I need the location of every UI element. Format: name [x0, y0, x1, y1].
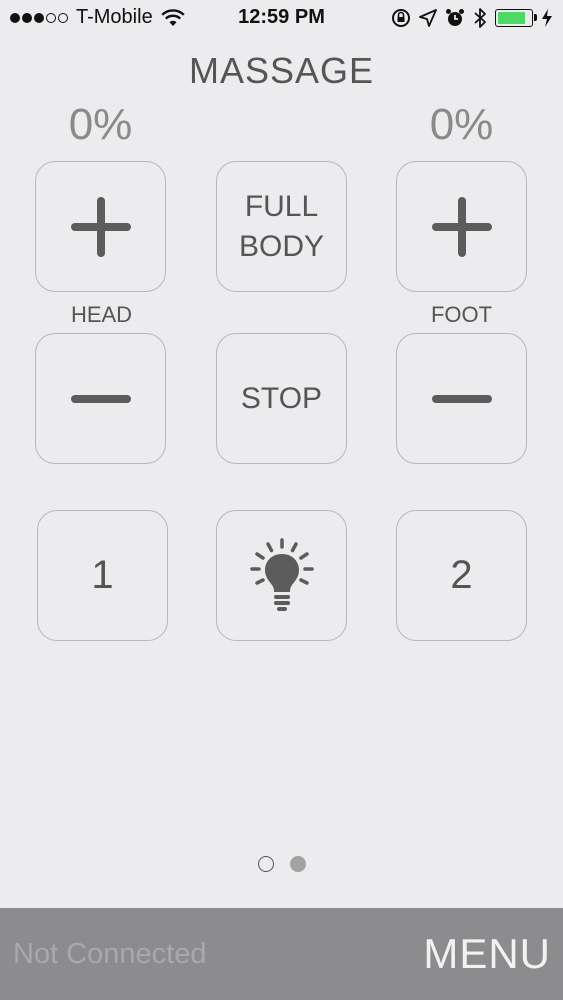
- foot-increase-button[interactable]: [396, 161, 527, 292]
- connection-status: Not Connected: [13, 938, 207, 970]
- lightbulb-icon: [249, 537, 314, 611]
- minus-icon: [431, 369, 492, 429]
- page-dot-1[interactable]: [257, 856, 274, 872]
- plus-icon: [431, 196, 492, 257]
- status-bar: T-Mobile 12:59 PM: [0, 0, 563, 40]
- status-right: [383, 7, 553, 29]
- page-title: MASSAGE: [188, 50, 375, 91]
- rotation-lock-icon: [392, 9, 410, 27]
- head-decrease-button[interactable]: [35, 333, 166, 464]
- bluetooth-icon: [474, 8, 486, 28]
- status-left: T-Mobile: [10, 6, 185, 29]
- preset-1-label: 1: [91, 553, 114, 597]
- alarm-icon: [446, 9, 464, 26]
- stop-label: STOP: [240, 381, 323, 415]
- battery-icon: [495, 9, 537, 27]
- head-label: HEAD: [70, 302, 133, 327]
- plus-icon: [70, 196, 131, 257]
- foot-label: FOOT: [430, 302, 493, 327]
- head-percent: 0%: [68, 100, 133, 149]
- charging-icon: [542, 9, 552, 27]
- signal-strength-icon: [10, 12, 70, 23]
- head-increase-button[interactable]: [35, 161, 166, 292]
- minus-icon: [70, 369, 131, 429]
- menu-button[interactable]: MENU: [423, 930, 551, 978]
- page-indicator[interactable]: [0, 856, 563, 872]
- preset-2-button[interactable]: 2: [396, 510, 527, 641]
- location-icon: [419, 9, 437, 27]
- stop-button[interactable]: STOP: [216, 333, 347, 464]
- preset-1-button[interactable]: 1: [37, 510, 168, 641]
- bottom-bar: Not Connected MENU: [0, 908, 563, 1000]
- foot-percent: 0%: [429, 100, 494, 149]
- full-body-button[interactable]: FULL BODY: [216, 161, 347, 292]
- light-button[interactable]: [216, 510, 347, 641]
- preset-2-label: 2: [450, 553, 473, 597]
- carrier-name: T-Mobile: [76, 6, 153, 28]
- full-body-label: FULL BODY: [238, 189, 325, 263]
- screen: T-Mobile 12:59 PM MASSAGE 0% 0% FULL BOD…: [0, 0, 563, 1000]
- wifi-icon: [161, 8, 185, 26]
- page-dot-2[interactable]: [289, 856, 306, 872]
- foot-decrease-button[interactable]: [396, 333, 527, 464]
